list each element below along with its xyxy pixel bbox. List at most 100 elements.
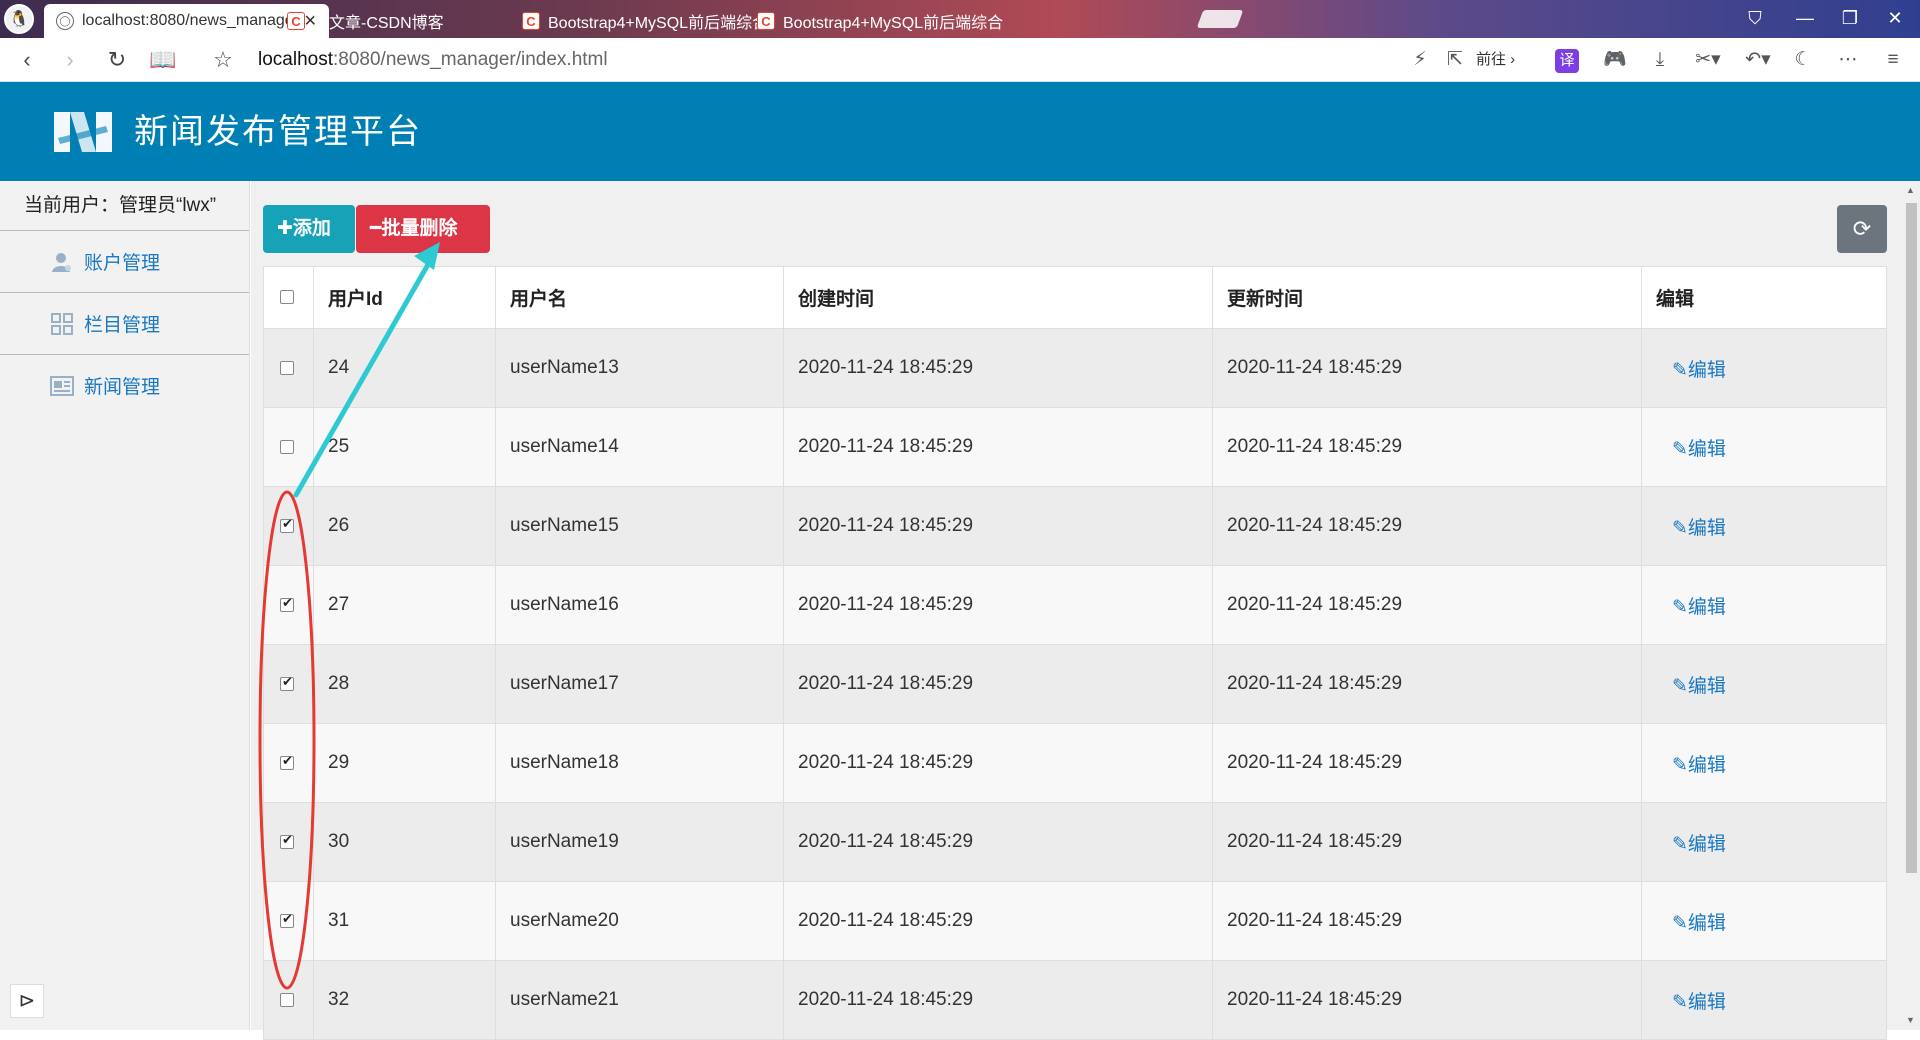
cell-updated: 2020-11-24 18:45:29	[1212, 960, 1642, 1040]
cell-username: userName13	[495, 328, 784, 408]
cell-user-id: 27	[313, 565, 496, 645]
sidebar-item-news[interactable]: 新闻管理	[0, 354, 249, 416]
star-icon[interactable]: ☆	[208, 46, 238, 74]
browser-tab-strip: 🐧 ◯ localhost:8080/news_manage ✕ C 写文章-C…	[0, 0, 1920, 38]
table-row: 25 userName14 2020-11-24 18:45:29 2020-11-2…	[263, 407, 1887, 487]
csdn-icon: C	[522, 12, 540, 30]
table-row: 32 userName21 2020-11-24 18:45:29 2020-11-2…	[263, 960, 1887, 1040]
cell-created: 2020-11-24 18:45:29	[783, 723, 1213, 803]
table-row: 30userName192020-11-24 18:45:292020-11-2…	[263, 802, 1887, 882]
reload-icon[interactable]: ↻	[102, 46, 132, 74]
cell-created: 2020-11-24 18:45:29	[783, 644, 1213, 724]
edit-link[interactable]: ✎编辑	[1656, 913, 1726, 934]
news-icon	[50, 374, 74, 398]
add-button[interactable]: ✚添加	[263, 205, 355, 253]
reader-icon[interactable]: 📖	[148, 46, 178, 74]
row-checkbox[interactable]	[280, 753, 294, 770]
sidebar-item-columns[interactable]: 栏目管理	[0, 292, 249, 354]
profile-avatar[interactable]: 🐧	[4, 4, 34, 34]
cell-updated: 2020-11-24 18:45:29	[1212, 802, 1642, 882]
download-icon[interactable]: ⤓	[1645, 46, 1675, 74]
cell-username: userName17	[495, 644, 784, 724]
cell-user-id: 31	[313, 881, 496, 961]
window-close-icon[interactable]: ✕	[1875, 8, 1915, 29]
share-icon[interactable]: ⇱	[1443, 46, 1467, 74]
night-mode-icon[interactable]: ☾	[1788, 46, 1818, 74]
cell-user-id: 30	[313, 802, 496, 882]
edit-link[interactable]: ✎编辑	[1656, 518, 1726, 539]
back-icon[interactable]: ‹	[12, 46, 42, 74]
translate-extension-icon[interactable]: 译	[1555, 49, 1579, 73]
col-created: 创建时间	[783, 266, 1213, 329]
new-tab-button[interactable]	[1196, 10, 1244, 28]
cell-username: userName21	[495, 960, 784, 1040]
tab-bootstrap-2[interactable]: C Bootstrap4+MySQL前后端综合	[745, 4, 1030, 38]
row-checkbox[interactable]	[280, 674, 294, 691]
batch-delete-button[interactable]: ━批量删除	[356, 205, 490, 253]
edit-link[interactable]: ✎编辑	[1656, 676, 1726, 697]
sidebar-item-accounts[interactable]: 账户管理	[0, 230, 249, 292]
select-all-checkbox[interactable]	[280, 290, 294, 305]
table-row: 24 userName13 2020-11-24 18:45:29 2020-11-2…	[263, 328, 1887, 408]
col-username: 用户名	[495, 266, 784, 329]
row-checkbox[interactable]	[280, 516, 294, 533]
goto-button[interactable]: 前往 ›	[1476, 46, 1515, 74]
scroll-down-icon[interactable]: ▼	[1906, 1015, 1915, 1025]
cell-created: 2020-11-24 18:45:29	[783, 328, 1213, 408]
edit-link[interactable]: ✎编辑	[1656, 834, 1726, 855]
cell-created: 2020-11-24 18:45:29	[783, 881, 1213, 961]
game-icon[interactable]: 🎮	[1600, 46, 1630, 74]
refresh-button[interactable]: ⟳	[1837, 205, 1887, 253]
restore-icon[interactable]: ❐	[1830, 8, 1870, 29]
row-select-cell	[263, 960, 314, 1040]
edit-link[interactable]: ✎编辑	[1656, 360, 1726, 381]
screenshot-icon[interactable]: ✂▾	[1688, 46, 1728, 74]
row-checkbox[interactable]	[280, 992, 294, 1007]
row-checkbox[interactable]	[280, 439, 294, 454]
skin-icon[interactable]: ⛉	[1735, 8, 1775, 29]
row-checkbox[interactable]	[280, 911, 294, 928]
tab-title: Bootstrap4+MySQL前后端综合	[783, 15, 1004, 32]
edit-link[interactable]: ✎编辑	[1656, 597, 1726, 618]
row-select-cell	[263, 802, 314, 882]
undo-icon[interactable]: ↶▾	[1738, 46, 1778, 74]
edit-icon: ✎	[1672, 438, 1688, 460]
user-table: 用户Id 用户名 创建时间 更新时间 编辑 24 userName13 2020-1…	[263, 266, 1887, 1040]
scroll-up-icon[interactable]: ▲	[1906, 185, 1915, 195]
row-checkbox[interactable]	[280, 595, 294, 612]
cell-updated: 2020-11-24 18:45:29	[1212, 723, 1642, 803]
forward-icon[interactable]: ›	[55, 46, 85, 74]
plus-icon: ✚	[277, 218, 293, 239]
vertical-scrollbar[interactable]: ▲ ▼	[1903, 181, 1920, 1030]
row-checkbox[interactable]	[280, 832, 294, 849]
table-row: 31userName202020-11-24 18:45:292020-11-2…	[263, 881, 1887, 961]
edit-link[interactable]: ✎编辑	[1656, 439, 1726, 460]
row-select-cell	[263, 486, 314, 566]
edit-icon: ✎	[1672, 359, 1688, 381]
edit-label: 编辑	[1687, 912, 1726, 934]
row-checkbox[interactable]	[280, 360, 294, 375]
menu-icon[interactable]: ≡	[1878, 46, 1908, 74]
edit-link[interactable]: ✎编辑	[1656, 992, 1726, 1013]
cell-updated: 2020-11-24 18:45:29	[1212, 644, 1642, 724]
more-icon[interactable]: ⋯	[1833, 46, 1863, 74]
url-field[interactable]: localhost:8080/news_manager/index.html	[258, 48, 608, 72]
cell-user-id: 32	[313, 960, 496, 1040]
cell-username: userName16	[495, 565, 784, 645]
edit-label: 编辑	[1687, 754, 1726, 776]
cell-user-id: 28	[313, 644, 496, 724]
goto-label: 前往	[1476, 51, 1507, 68]
edit-icon: ✎	[1672, 596, 1688, 618]
grid-icon	[50, 312, 74, 336]
cell-updated: 2020-11-24 18:45:29	[1212, 565, 1642, 645]
cell-edit: ✎编辑	[1641, 407, 1887, 487]
sidebar-toggle-icon[interactable]: ⊳	[10, 984, 44, 1018]
cell-edit: ✎编辑	[1641, 802, 1887, 882]
flash-icon[interactable]: ⚡	[1410, 46, 1430, 74]
scrollbar-thumb[interactable]	[1906, 203, 1917, 873]
edit-link[interactable]: ✎编辑	[1656, 755, 1726, 776]
cell-edit: ✎编辑	[1641, 328, 1887, 408]
url-path: :8080/news_manager/index.html	[333, 49, 608, 70]
minimize-icon[interactable]: —	[1785, 8, 1825, 29]
select-all-cell	[263, 266, 314, 329]
